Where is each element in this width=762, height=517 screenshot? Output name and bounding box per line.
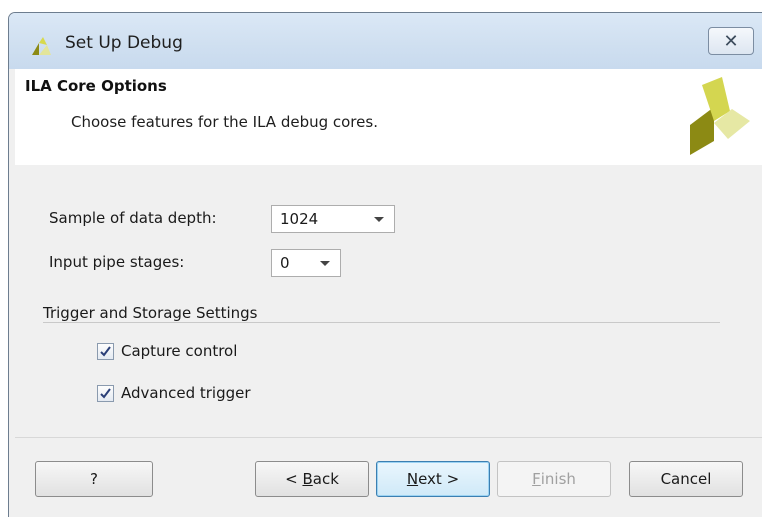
checkbox-box[interactable] (97, 384, 114, 402)
help-label: ? (90, 470, 98, 488)
cancel-button[interactable]: Cancel (629, 461, 743, 497)
input-pipe-label: Input pipe stages: (49, 253, 185, 271)
input-pipe-value: 0 (280, 254, 290, 272)
close-icon: ✕ (723, 30, 739, 52)
input-pipe-select[interactable]: 0 (271, 249, 341, 277)
sample-depth-label: Sample of data depth: (49, 209, 217, 227)
sample-depth-value: 1024 (280, 210, 319, 228)
capture-control-checkbox[interactable]: Capture control (97, 340, 237, 362)
checkbox-label: Capture control (121, 342, 238, 360)
next-button[interactable]: Next > (376, 461, 490, 497)
cancel-label: Cancel (660, 470, 712, 488)
page-description: Choose features for the ILA debug cores. (71, 113, 378, 131)
checkmark-icon (100, 387, 111, 399)
next-label-rest: ext > (418, 470, 460, 488)
title-bar[interactable]: Set Up Debug ✕ (9, 13, 762, 69)
page-title: ILA Core Options (25, 77, 167, 95)
section-divider (43, 322, 720, 323)
wizard-header: ILA Core Options Choose features for the… (15, 69, 762, 166)
back-prefix: < (285, 470, 303, 488)
advanced-trigger-checkbox[interactable]: Advanced trigger (97, 382, 251, 404)
window-title: Set Up Debug (65, 33, 183, 53)
back-mnemonic: B (302, 470, 313, 488)
chevron-down-icon (320, 261, 330, 266)
checkmark-icon (100, 345, 111, 357)
xilinx-logo-icon (690, 77, 750, 155)
back-label-rest: ack (312, 470, 339, 488)
sample-depth-select[interactable]: 1024 (271, 205, 395, 233)
close-button[interactable]: ✕ (708, 27, 754, 55)
back-button[interactable]: < Back (255, 461, 369, 497)
dialog-window: Set Up Debug ✕ ILA Core Options Choose f… (8, 12, 762, 517)
help-button[interactable]: ? (35, 461, 153, 497)
next-mnemonic: N (406, 470, 419, 488)
checkbox-box[interactable] (97, 342, 114, 360)
checkbox-label: Advanced trigger (121, 384, 251, 402)
section-title: Trigger and Storage Settings (43, 304, 258, 322)
finish-mnemonic: F (532, 470, 541, 488)
xilinx-logo-icon (32, 37, 51, 55)
finish-button[interactable]: Finish (497, 461, 611, 497)
footer-divider (15, 437, 762, 438)
chevron-down-icon (374, 217, 384, 222)
options-panel: Sample of data depth: 1024 Input pipe st… (15, 165, 762, 447)
finish-label-rest: inish (540, 470, 576, 488)
